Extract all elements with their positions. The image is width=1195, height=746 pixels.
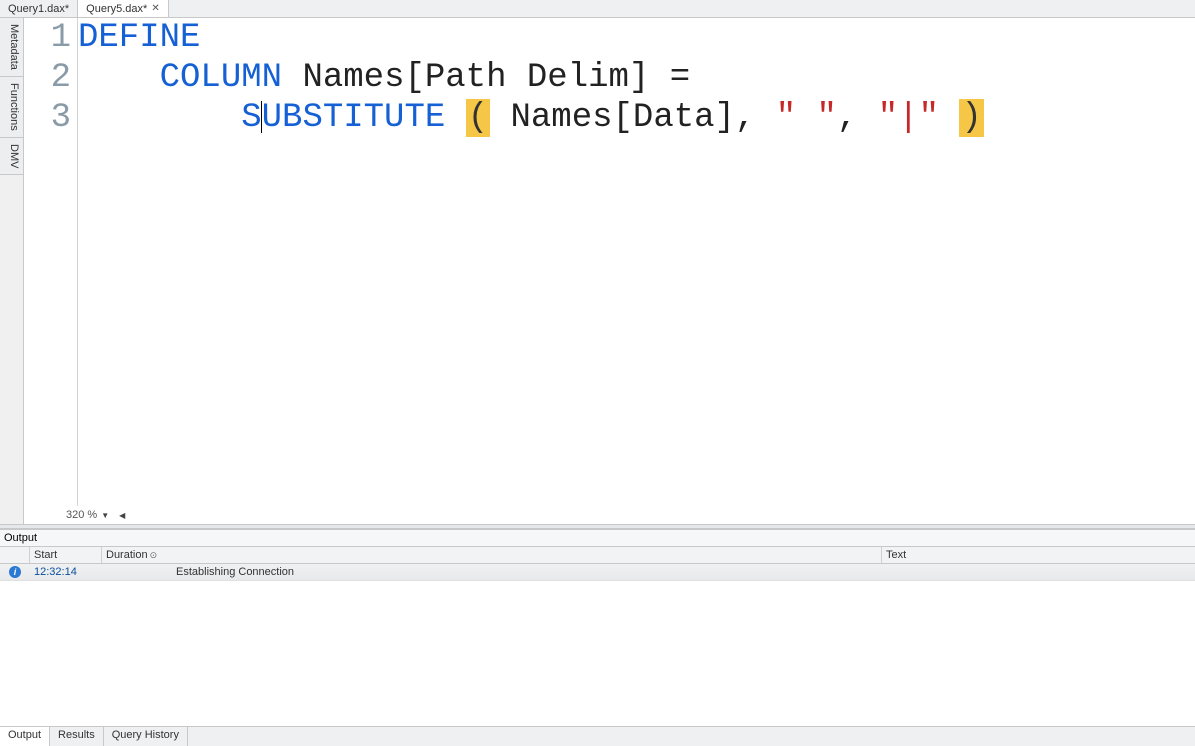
side-tab-metadata[interactable]: Metadata <box>0 18 23 77</box>
column-header-duration[interactable]: Duration⊙ <box>102 547 882 563</box>
file-tab-query1[interactable]: Query1.dax* <box>0 0 78 17</box>
row-status-icon: i <box>0 564 30 580</box>
tab-label: Query1.dax* <box>8 3 69 15</box>
output-grid-header: Start Duration⊙ Text <box>0 546 1195 564</box>
chevron-left-icon[interactable]: ◀ <box>119 511 125 520</box>
bottom-tab-query-history[interactable]: Query History <box>104 727 188 746</box>
side-tab-dmv[interactable]: DMV <box>0 138 23 175</box>
row-message: Establishing Connection <box>172 564 1195 580</box>
string-literal: " " <box>776 99 837 137</box>
line-number-gutter: 1 2 3 <box>24 18 78 506</box>
code-content[interactable]: DEFINE COLUMN Names[Path Delim] = SUBSTI… <box>78 18 1195 506</box>
identifier: Names[Path Delim] <box>302 59 649 97</box>
comma: , <box>735 99 755 137</box>
text-cursor <box>261 101 262 133</box>
line-number: 1 <box>24 18 71 58</box>
close-icon[interactable]: ✕ <box>151 3 159 14</box>
output-row[interactable]: i 12:32:14 Establishing Connection <box>0 564 1195 581</box>
column-header-start[interactable]: Start <box>30 547 102 563</box>
column-header-text[interactable]: Text <box>882 547 1195 563</box>
open-paren: ( <box>466 99 490 137</box>
function-substitute: SUBSTITUTE <box>241 99 445 137</box>
bottom-tab-bar: Output Results Query History <box>0 726 1195 746</box>
info-icon: i <box>9 566 21 578</box>
identifier: Names[Data] <box>511 99 735 137</box>
output-panel-title: Output <box>0 530 1195 546</box>
tab-label: Query5.dax* <box>86 3 147 15</box>
keyword-define: DEFINE <box>78 19 200 57</box>
file-tab-query5[interactable]: Query5.dax* ✕ <box>78 0 169 17</box>
file-tab-bar: Query1.dax* Query5.dax* ✕ <box>0 0 1195 18</box>
sort-ascending-icon: ⊙ <box>150 550 158 560</box>
output-grid-body: i 12:32:14 Establishing Connection <box>0 564 1195 726</box>
row-start-time: 12:32:14 <box>30 564 102 580</box>
zoom-level[interactable]: 320 % <box>66 509 97 521</box>
line-number: 2 <box>24 58 71 98</box>
line-number: 3 <box>24 98 71 138</box>
column-header-icon[interactable] <box>0 547 30 563</box>
close-paren: ) <box>959 99 983 137</box>
keyword-column: COLUMN <box>160 59 282 97</box>
string-literal: "|" <box>878 99 939 137</box>
output-panel: Output Start Duration⊙ Text i 12:32:14 E… <box>0 529 1195 746</box>
comma: , <box>837 99 857 137</box>
editor-row: Metadata Functions DMV 1 2 3 DEFINE COLU… <box>0 18 1195 524</box>
zoom-bar: 320 % ▼ ◀ <box>24 506 1195 524</box>
row-duration <box>102 564 172 580</box>
bottom-tab-output[interactable]: Output <box>0 727 50 746</box>
operator-equals: = <box>649 59 710 97</box>
editor-area: 1 2 3 DEFINE COLUMN Names[Path Delim] = … <box>24 18 1195 524</box>
chevron-down-icon[interactable]: ▼ <box>101 511 109 520</box>
code-editor[interactable]: 1 2 3 DEFINE COLUMN Names[Path Delim] = … <box>24 18 1195 506</box>
side-tab-functions[interactable]: Functions <box>0 77 23 138</box>
side-tab-strip: Metadata Functions DMV <box>0 18 24 524</box>
bottom-tab-results[interactable]: Results <box>50 727 104 746</box>
